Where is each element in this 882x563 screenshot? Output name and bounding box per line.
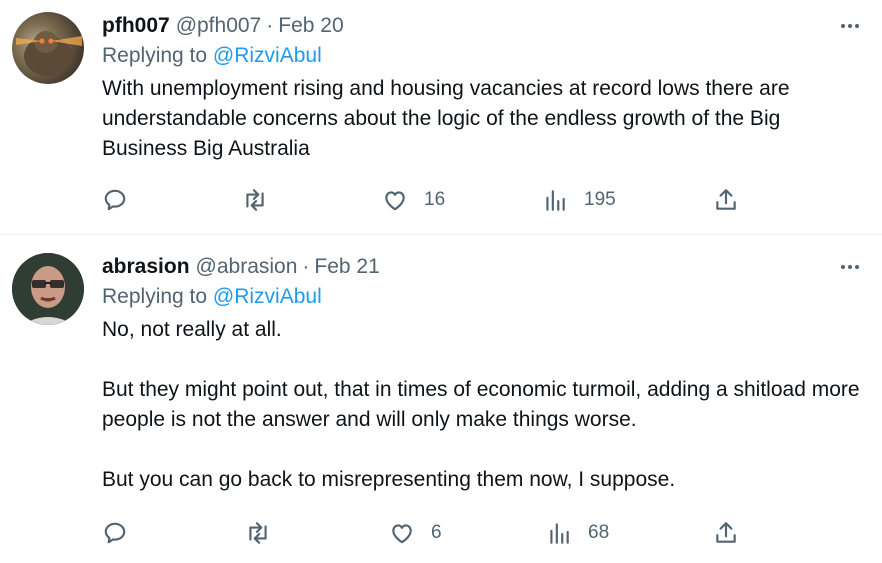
views-icon xyxy=(550,523,569,544)
replying-prefix: Replying to xyxy=(102,285,213,308)
tweet[interactable]: abrasion @abrasion · Feb 21 Replying to … xyxy=(0,234,882,563)
tweet-text: With unemployment rising and housing vac… xyxy=(102,77,796,160)
replying-prefix: Replying to xyxy=(102,44,213,67)
author-name[interactable]: pfh007 xyxy=(102,12,170,40)
avatar-image xyxy=(16,31,82,76)
action-bar: 16 195 xyxy=(102,170,866,230)
view-count: 195 xyxy=(584,189,616,210)
more-icon xyxy=(841,24,845,28)
replying-to-link[interactable]: @RizviAbul xyxy=(213,44,322,67)
like-button[interactable]: 16 xyxy=(382,187,445,213)
avatar-image xyxy=(12,253,84,325)
reply-icon xyxy=(104,189,126,211)
like-count: 16 xyxy=(424,189,446,210)
reply-button[interactable] xyxy=(102,520,128,546)
view-count: 68 xyxy=(588,522,610,543)
like-button[interactable]: 6 xyxy=(389,520,442,546)
author-handle[interactable]: @pfh007 xyxy=(176,12,262,40)
avatar[interactable] xyxy=(12,253,84,325)
views-icon xyxy=(546,190,565,211)
retweet-icon xyxy=(246,189,264,211)
tweet[interactable]: pfh007 @pfh007 · Feb 20 Replying to @Riz… xyxy=(0,0,882,234)
heart-icon xyxy=(385,191,405,211)
reply-icon xyxy=(104,522,126,544)
views-button[interactable]: 195 xyxy=(542,187,616,213)
tweet-date[interactable]: Feb 21 xyxy=(314,253,379,281)
separator-dot: · xyxy=(302,255,310,278)
more-icon xyxy=(841,265,845,269)
tweet-date[interactable]: Feb 20 xyxy=(278,12,343,40)
reply-button[interactable] xyxy=(102,187,128,213)
more-button[interactable] xyxy=(836,257,864,277)
author-name[interactable]: abrasion xyxy=(102,253,190,281)
like-count: 6 xyxy=(431,522,442,543)
share-button[interactable] xyxy=(713,520,739,546)
tweet-text: No, not really at all. But they might po… xyxy=(102,318,860,491)
replying-to: Replying to @RizviAbul xyxy=(102,283,866,311)
views-button[interactable]: 68 xyxy=(546,520,609,546)
share-button[interactable] xyxy=(713,187,739,213)
share-icon xyxy=(716,522,736,543)
replying-to: Replying to @RizviAbul xyxy=(102,42,866,70)
share-icon xyxy=(716,189,736,210)
separator-dot: · xyxy=(266,14,274,37)
more-button[interactable] xyxy=(836,16,864,36)
heart-icon xyxy=(392,524,412,544)
avatar[interactable] xyxy=(12,12,84,84)
replying-to-link[interactable]: @RizviAbul xyxy=(213,285,322,308)
retweet-button[interactable] xyxy=(245,520,271,546)
retweet-icon xyxy=(249,522,267,544)
retweet-button[interactable] xyxy=(242,187,268,213)
action-bar: 6 68 xyxy=(102,503,866,563)
author-handle[interactable]: @abrasion xyxy=(196,253,298,281)
